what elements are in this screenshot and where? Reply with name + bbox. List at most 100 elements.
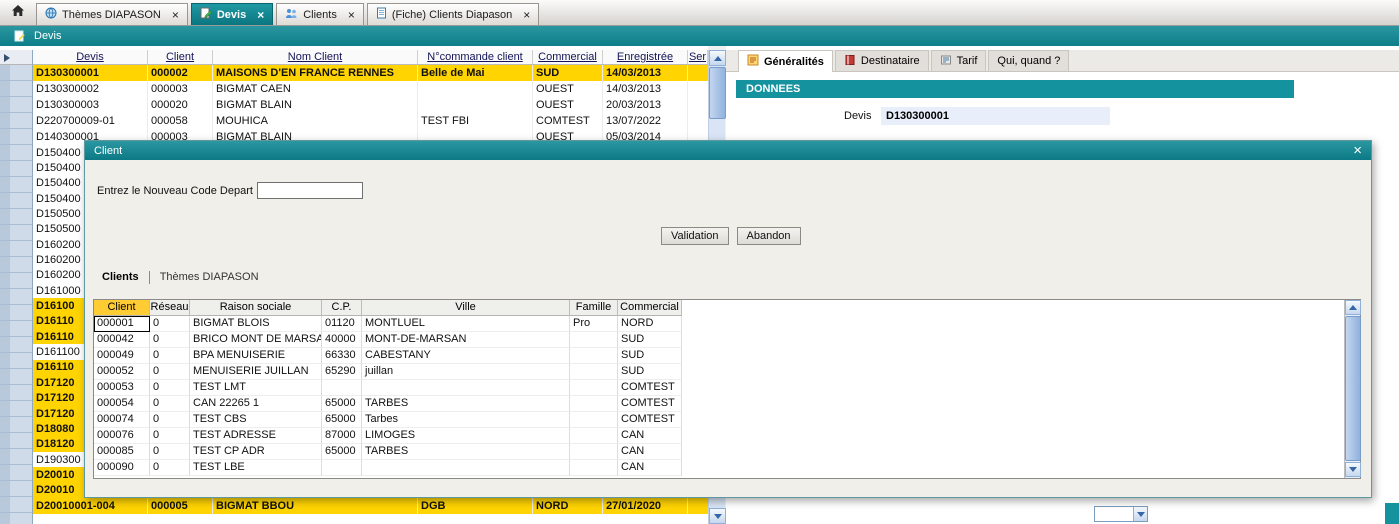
table-vertical-scrollbar[interactable] [1344,300,1360,478]
table-row[interactable]: 0000010BIGMAT BLOIS01120MONTLUELProNORD [94,316,1360,332]
scroll-down-button[interactable] [1345,462,1361,477]
tab-close-icon[interactable]: × [348,10,355,20]
bottom-combobox[interactable] [1094,506,1148,522]
tab-close-icon[interactable]: × [172,10,179,20]
table-row[interactable]: 0000850TEST CP ADR65000TARBESCAN [94,444,1360,460]
tab-label: Thèmes DIAPASON [62,9,161,21]
table-cell: 0 [150,380,190,396]
dialog-tabs: Clients Thèmes DIAPASON [96,269,265,285]
table-cell [570,412,618,428]
client-dialog: Client × Entrez le Nouveau Code Depart :… [84,140,1372,498]
grid-cell: 000058 [148,113,213,129]
scroll-up-button[interactable] [709,50,726,66]
table-cell: TEST ADRESSE [190,428,322,444]
table-row[interactable]: D220700009-01000058MOUHICATEST FBICOMTES… [33,113,708,129]
document-edit-icon [14,30,26,42]
table-cell: TEST CP ADR [190,444,322,460]
scrollbar-thumb[interactable] [1345,316,1361,461]
table-cell: 65290 [322,364,362,380]
validation-button[interactable]: Validation [661,227,729,245]
table-cell: 66330 [322,348,362,364]
grid-corner-cell[interactable] [0,50,33,65]
column-header[interactable]: Enregistrée [603,50,688,64]
table-cell: TEST LBE [190,460,322,476]
table-row[interactable]: D130300003000020BIGMAT BLAINOUEST20/03/2… [33,97,708,113]
detail-tab-label: Destinataire [861,55,920,67]
grid-header-row[interactable]: DevisClientNom ClientN°commande clientCo… [33,50,708,65]
table-row[interactable]: 0000520MENUISERIE JUILLAN65290juillanSUD [94,364,1360,380]
devis-field-value[interactable]: D130300001 [881,107,1110,125]
column-header[interactable]: Famille [570,300,618,316]
table-row[interactable]: 0000900TEST LBECAN [94,460,1360,476]
table-cell: CAN [618,460,682,476]
grid-cell: MOUHICA [213,113,418,129]
column-header[interactable]: Ville [362,300,570,316]
tab-divider [149,271,150,284]
dialog-tab[interactable]: Clients [96,269,145,285]
detail-tab[interactable]: Tarif [931,50,987,71]
column-header[interactable]: Commercial [618,300,682,316]
scroll-up-button[interactable] [1345,300,1361,315]
tab-label: (Fiche) Clients Diapason [392,9,512,21]
table-row[interactable]: D20010001-004000005BIGMAT BBOUDGBNORD27/… [33,498,708,514]
grid-cell: Belle de Mai [418,65,533,81]
arrow-down-icon [714,514,722,519]
column-header[interactable]: Réseau [150,300,190,316]
table-row[interactable]: 0000420BRICO MONT DE MARSA40000MONT-DE-M… [94,332,1360,348]
grid-rows: D130300001000002MAISONS D'EN FRANCE RENN… [33,65,708,145]
table-cell [570,348,618,364]
table-row[interactable]: D130300002000003BIGMAT CAENOUEST14/03/20… [33,81,708,97]
column-header[interactable]: Commercial [533,50,603,64]
tab-close-icon[interactable]: × [257,10,264,20]
table-cell [570,460,618,476]
table-cell: MONTLUEL [362,316,570,332]
column-header[interactable]: Raison sociale [190,300,322,316]
column-header[interactable]: Devis [33,50,148,64]
table-row[interactable]: 0000540CAN 22265 165000TARBESCOMTEST [94,396,1360,412]
detail-tab[interactable]: Généralités [738,50,833,72]
grid-cell: BIGMAT BLAIN [213,97,418,113]
table-cell: COMTEST [618,380,682,396]
column-header[interactable]: Client [148,50,213,64]
tab-close-icon[interactable]: × [523,10,530,20]
table-row[interactable]: 0000530TEST LMTCOMTEST [94,380,1360,396]
table-row[interactable]: 0000490BPA MENUISERIE66330CABESTANYSUD [94,348,1360,364]
table-row[interactable]: D130300001000002MAISONS D'EN FRANCE RENN… [33,65,708,81]
home-button[interactable] [4,2,32,24]
column-header[interactable]: C.P. [322,300,362,316]
table-cell: 65000 [322,444,362,460]
table-row[interactable]: 0000760TEST ADRESSE87000LIMOGESCAN [94,428,1360,444]
column-header[interactable]: Nom Client [213,50,418,64]
dialog-title-bar[interactable]: Client × [85,141,1371,160]
table-cell [570,364,618,380]
column-header[interactable]: N°commande client [418,50,533,64]
detail-tab[interactable]: Destinataire [835,50,929,71]
table-cell: MENUISERIE JUILLAN [190,364,322,380]
grid-cell: NORD [533,498,603,514]
new-code-input[interactable] [257,182,363,199]
scroll-down-button[interactable] [709,508,726,524]
table-cell [570,396,618,412]
window-tab[interactable]: Clients× [276,3,364,25]
scrollbar-thumb[interactable] [709,67,726,119]
column-header[interactable]: Ser [688,50,708,64]
table-cell: 0 [150,460,190,476]
combo-arrow-box[interactable] [1133,507,1147,521]
table-cell: SUD [618,348,682,364]
clients-table-header[interactable]: ClientRéseauRaison socialeC.P.VilleFamil… [94,300,1360,316]
grid-cell: OUEST [533,97,603,113]
detail-tab[interactable]: Qui, quand ? [988,50,1069,71]
window-tab[interactable]: Devis× [191,3,273,25]
window-tab[interactable]: (Fiche) Clients Diapason × [367,3,539,25]
grid-row-selector-gutter[interactable] [0,65,33,524]
clients-table: ClientRéseauRaison socialeC.P.VilleFamil… [93,299,1361,479]
close-icon[interactable]: × [1353,144,1362,158]
tab-bar-tabs: Thèmes DIAPASON×Devis×Clients×(Fiche) Cl… [36,3,542,25]
abandon-button[interactable]: Abandon [737,227,801,245]
column-header[interactable]: Client [94,300,150,316]
window-tab[interactable]: Thèmes DIAPASON × [36,3,188,25]
table-row[interactable]: 0000740TEST CBS65000TarbesCOMTEST [94,412,1360,428]
grid-cell: 000020 [148,97,213,113]
dialog-tab[interactable]: Thèmes DIAPASON [154,269,265,285]
dialog-buttons: Validation Abandon [661,227,801,245]
